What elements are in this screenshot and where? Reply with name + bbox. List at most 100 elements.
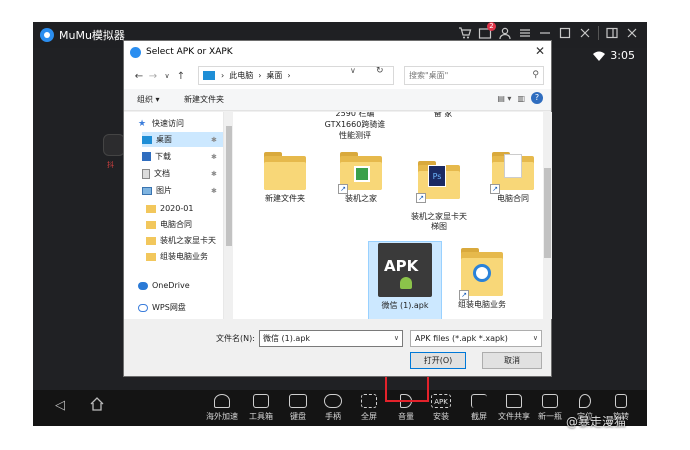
emulator-title: MuMu模拟器 bbox=[59, 29, 125, 42]
filename-input[interactable]: 微信 (1).apk ∨ bbox=[259, 330, 403, 347]
multi-window-icon bbox=[542, 394, 558, 408]
tool-gamepad[interactable]: 手柄 bbox=[315, 394, 351, 422]
maximize-icon[interactable] bbox=[558, 26, 572, 40]
message-icon[interactable]: 2 bbox=[478, 22, 496, 40]
tool-overseas-accel[interactable]: 海外加速 bbox=[204, 394, 240, 422]
filetype-select[interactable]: APK files (*.apk *.xapk) ∨ bbox=[410, 330, 542, 347]
message-badge: 2 bbox=[487, 22, 496, 31]
folder-share-icon bbox=[506, 394, 522, 408]
close-icon[interactable] bbox=[578, 26, 592, 40]
breadcrumb-item-desktop[interactable]: 桌面 bbox=[266, 70, 282, 81]
sidebar-toggle-icon[interactable] bbox=[605, 26, 619, 40]
app-label: 抖 bbox=[107, 161, 114, 169]
filename-label: 文件名(N): bbox=[216, 334, 255, 343]
tool-file-share[interactable]: 文件共享 bbox=[496, 394, 532, 422]
apk-install-icon: APK bbox=[431, 394, 451, 408]
folder-icon bbox=[146, 220, 156, 229]
user-icon[interactable] bbox=[498, 26, 512, 40]
file-item[interactable]: ↗ 电脑合同 bbox=[483, 152, 543, 204]
nav-item-folder-2020-01[interactable]: 2020-01 bbox=[146, 201, 193, 216]
desktop-icon bbox=[142, 135, 152, 144]
shortcut-arrow-icon: ↗ bbox=[459, 290, 469, 300]
cloud-icon bbox=[138, 281, 148, 290]
file-item[interactable]: ↗ 组装电脑业务 bbox=[452, 248, 512, 310]
tool-keyboard[interactable]: 键盘 bbox=[280, 394, 316, 422]
titlebar-controls: 2 bbox=[458, 22, 639, 40]
location-icon bbox=[579, 394, 591, 408]
search-input[interactable]: 搜索"桌面" ⚲ bbox=[404, 66, 544, 85]
home-icon[interactable] bbox=[89, 396, 105, 412]
file-item[interactable]: ↗ 装机之家 bbox=[331, 152, 391, 204]
ie-icon bbox=[473, 264, 491, 282]
help-icon[interactable]: ? bbox=[531, 92, 543, 104]
close-icon[interactable] bbox=[625, 26, 639, 40]
close-icon[interactable]: ✕ bbox=[535, 44, 545, 58]
titlebar-separator bbox=[598, 26, 599, 40]
search-icon: ⚲ bbox=[532, 70, 539, 80]
picture-icon bbox=[142, 186, 152, 195]
cart-icon[interactable] bbox=[458, 26, 472, 40]
nav-item-quick-access[interactable]: ★ 快速访问 bbox=[138, 116, 184, 131]
breadcrumb-sep: › bbox=[221, 71, 225, 80]
file-item[interactable]: 2590 栏编 GTX1660跨骑谁 性能测评 bbox=[315, 112, 395, 141]
scrollbar-thumb[interactable] bbox=[226, 126, 232, 246]
file-item[interactable]: 新建文件夹 bbox=[255, 152, 315, 204]
chevron-down-icon[interactable]: ∨ bbox=[394, 331, 399, 346]
nav-item-folder-contracts[interactable]: 电脑合同 bbox=[146, 217, 192, 232]
gamepad-icon bbox=[324, 394, 342, 408]
open-button[interactable]: 打开(O) bbox=[410, 352, 466, 369]
toolbox-icon bbox=[253, 394, 269, 408]
command-bar: 组织 ▾ 新建文件夹 ▤ ▾ ▥ ? bbox=[124, 89, 551, 111]
nav-item-folder-pc-business[interactable]: 组装电脑业务 bbox=[146, 249, 208, 264]
folder-icon bbox=[146, 236, 156, 245]
organize-button[interactable]: 组织 ▾ bbox=[137, 94, 160, 105]
breadcrumb-item-pc[interactable]: 此电脑 bbox=[229, 70, 253, 81]
pin-icon: ✱ bbox=[211, 170, 217, 178]
file-scrollbar[interactable] bbox=[543, 112, 552, 319]
cancel-button[interactable]: 取消 bbox=[482, 352, 542, 369]
file-list: 2590 栏编 GTX1660跨骑谁 性能测评 备 家 新建文件夹 ↗ 装机之家… bbox=[233, 112, 543, 319]
file-item[interactable]: Ps ↗ 装机之家显卡天 梯图 bbox=[409, 152, 469, 241]
app-icon[interactable] bbox=[103, 134, 125, 156]
view-mode-icon[interactable]: ▤ ▾ bbox=[497, 94, 511, 103]
tool-multi-window[interactable]: 新一瓶 bbox=[532, 394, 568, 422]
chevron-down-icon[interactable]: ∨ bbox=[350, 66, 356, 75]
preview-pane-icon[interactable]: ▥ bbox=[517, 94, 525, 103]
download-icon bbox=[142, 152, 151, 161]
breadcrumb-sep: › bbox=[258, 71, 262, 80]
nav-item-documents[interactable]: 文档 bbox=[142, 166, 170, 181]
screen: MuMu模拟器 2 抖 3:05 ◁ 海外加速 工具箱 键盘 手柄 全屏 音量 … bbox=[0, 0, 690, 450]
refresh-icon[interactable]: ↻ bbox=[376, 66, 384, 76]
pin-icon: ✱ bbox=[211, 187, 217, 195]
installer-icon bbox=[354, 166, 370, 182]
nav-item-wps-cloud[interactable]: WPS网盘 bbox=[138, 300, 186, 315]
pin-icon: ✱ bbox=[211, 153, 217, 161]
rocket-icon bbox=[214, 394, 230, 408]
up-arrow-icon[interactable]: ↑ bbox=[174, 71, 188, 82]
folder-icon bbox=[146, 252, 156, 261]
shortcut-arrow-icon: ↗ bbox=[490, 184, 500, 194]
menu-icon[interactable] bbox=[518, 26, 532, 40]
scrollbar-thumb[interactable] bbox=[544, 168, 551, 258]
chevron-down-icon[interactable]: ∨ bbox=[160, 72, 174, 80]
forward-arrow-icon[interactable]: → bbox=[146, 71, 160, 82]
file-item-selected-apk[interactable]: APK 微信 (1).apk bbox=[375, 243, 435, 311]
tool-fullscreen[interactable]: 全屏 bbox=[351, 394, 387, 422]
new-folder-button[interactable]: 新建文件夹 bbox=[184, 94, 224, 105]
nav-item-onedrive[interactable]: OneDrive bbox=[138, 278, 190, 293]
mumu-logo-icon bbox=[130, 46, 141, 58]
back-icon[interactable]: ◁ bbox=[55, 398, 65, 413]
nav-scrollbar[interactable] bbox=[225, 112, 233, 319]
tool-toolbox[interactable]: 工具箱 bbox=[243, 394, 279, 422]
back-arrow-icon[interactable]: ← bbox=[132, 71, 146, 82]
mumu-logo-icon bbox=[40, 28, 54, 42]
wifi-icon bbox=[593, 51, 606, 61]
nav-item-pictures[interactable]: 图片 bbox=[142, 183, 172, 198]
address-bar[interactable]: › 此电脑 › 桌面 › bbox=[198, 66, 394, 85]
chevron-down-icon[interactable]: ∨ bbox=[533, 331, 538, 346]
tool-screenshot[interactable]: 截屏 bbox=[461, 394, 497, 422]
nav-item-folder-gpu-chart[interactable]: 装机之家显卡天 bbox=[146, 233, 216, 248]
nav-item-downloads[interactable]: 下载 bbox=[142, 149, 171, 164]
minimize-icon[interactable] bbox=[538, 26, 552, 40]
file-item[interactable]: 备 家 bbox=[413, 112, 473, 119]
